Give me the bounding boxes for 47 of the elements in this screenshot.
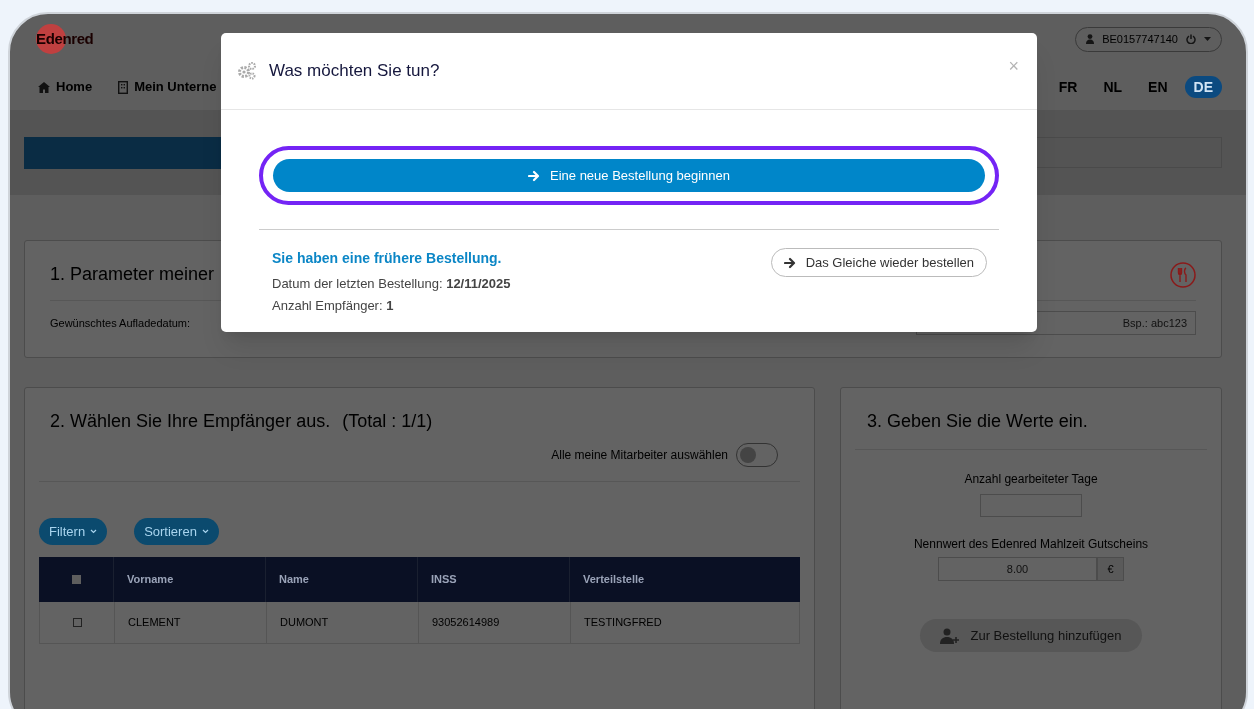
table-cell-text: TESTINGFRED [583, 615, 663, 631]
dialog-title: Was möchten Sie tun? [269, 60, 440, 83]
column-header: Vorname [114, 557, 266, 602]
arrow-right-icon [528, 169, 540, 182]
field-label: Gewünschtes Aufladedatum: [50, 315, 191, 331]
arrow-right-icon [783, 256, 796, 269]
close-button[interactable]: × [1008, 57, 1019, 75]
checkbox[interactable] [71, 575, 81, 584]
language-link[interactable]: DE [1184, 76, 1222, 98]
recipient-count: Anzahl Empfänger: 1 [272, 296, 395, 315]
account-id: BE0157747140 [1102, 31, 1178, 47]
nav-link[interactable]: Mein Unterne [118, 77, 217, 97]
section-title: 1. Parameter meiner [50, 263, 215, 286]
toggle-label: Alle meine Mitarbeiter auswählen [551, 447, 728, 464]
column-header: Name [266, 557, 418, 602]
field-label: Nennwert des Edenred Mahlzeit Gutscheins [913, 536, 1149, 553]
table-cell: 93052614989 [419, 602, 571, 643]
new-order-button[interactable]: Eine neue Bestellung beginnen [273, 159, 985, 192]
add-user-icon [940, 627, 961, 644]
language-link[interactable]: FR [1049, 76, 1087, 98]
checkbox[interactable] [72, 618, 82, 627]
currency-addon: € [1097, 557, 1124, 581]
home-icon [38, 81, 50, 93]
dropdown-button[interactable]: Sortieren [134, 518, 219, 545]
language-link[interactable]: NL [1094, 76, 1132, 98]
total-count: (Total : 1/1) [342, 410, 433, 433]
table-cell: DUMONT [267, 602, 419, 643]
last-order-date: Datum der letzten Bestellung: 12/11/2025 [272, 275, 511, 293]
section-title: 3. Geben Sie die Werte ein. [867, 411, 1088, 431]
table-cell: CLEMENT [115, 602, 267, 643]
caret-icon [1204, 37, 1211, 41]
section-title: 2. Wählen Sie Ihre Empfänger aus. [50, 410, 331, 433]
chevron-down-icon [90, 529, 98, 534]
column-header: INSS [418, 557, 570, 602]
power-icon [1186, 34, 1196, 44]
previous-order-heading: Sie haben eine frühere Bestellung. [272, 249, 503, 268]
field-label: Anzahl gearbeiteter Tage [964, 471, 1098, 488]
dropdown-button[interactable]: Filtern [39, 518, 108, 545]
chevron-down-icon [201, 529, 209, 534]
value-field[interactable]: 8.00 [938, 557, 1097, 581]
user-icon [1086, 34, 1095, 44]
cutlery-icon [1170, 261, 1196, 288]
nav-link[interactable]: Home [38, 77, 93, 97]
building-icon [118, 80, 129, 94]
column-header: Verteilstelle [582, 572, 646, 588]
language-link[interactable]: EN [1139, 76, 1177, 98]
gears-icon [237, 62, 257, 80]
